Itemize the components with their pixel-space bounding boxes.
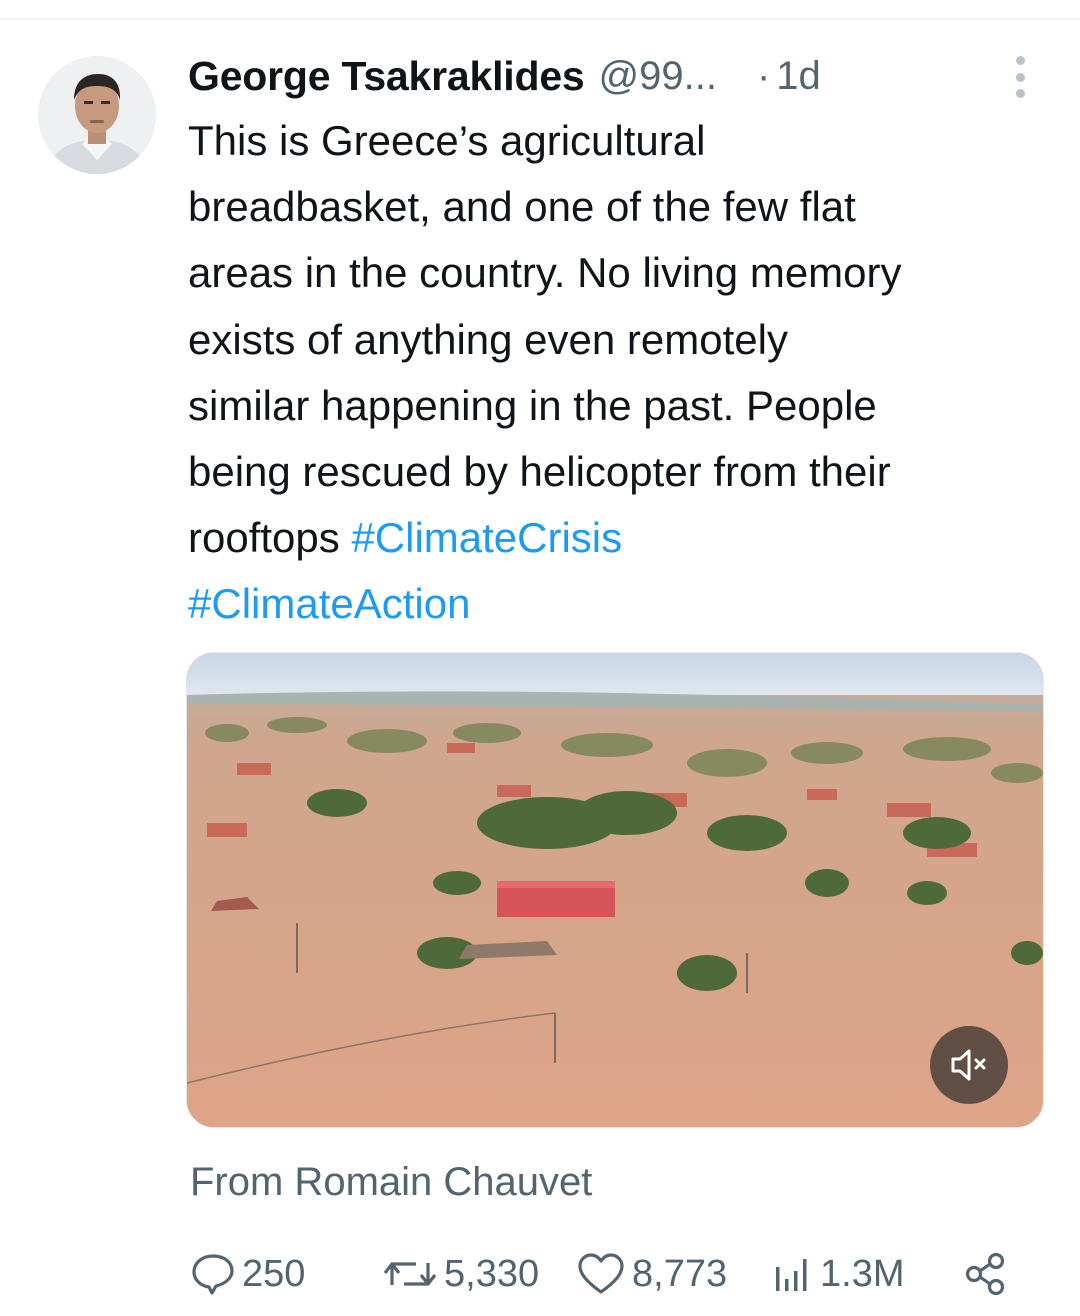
speaker-muted-glyph bbox=[951, 1049, 986, 1081]
timestamp[interactable]: 1d bbox=[776, 54, 821, 99]
views-button[interactable]: 1.3M bbox=[770, 1244, 904, 1304]
heart-icon bbox=[578, 1253, 624, 1294]
more-vertical-icon[interactable] bbox=[1008, 56, 1032, 98]
avatar[interactable] bbox=[38, 56, 156, 174]
tweet-text: This is Greece’s agricultural breadbaske… bbox=[188, 108, 1058, 638]
share-button[interactable] bbox=[962, 1244, 1008, 1304]
author-handle[interactable]: @99... bbox=[599, 54, 717, 99]
hashtag-climate-crisis[interactable]: #ClimateCrisis bbox=[351, 514, 622, 561]
action-bar: 250 5,330 8,773 1.3M bbox=[0, 1244, 1080, 1304]
video-player[interactable] bbox=[186, 652, 1044, 1128]
tweet-header: George Tsakraklides @99... · 1d bbox=[188, 50, 948, 102]
top-divider bbox=[0, 18, 1080, 20]
flooded-village-image bbox=[187, 653, 1043, 1127]
like-button[interactable]: 8,773 bbox=[576, 1244, 727, 1304]
views-bar-chart-icon bbox=[776, 1259, 807, 1291]
media-attribution: From Romain Chauvet bbox=[190, 1160, 593, 1204]
hashtag-climate-action[interactable]: #ClimateAction bbox=[188, 580, 470, 627]
repost-icon bbox=[383, 1262, 437, 1286]
tweet-text-line: This is Greece’s agricultural bbox=[188, 117, 706, 164]
reply-count: 250 bbox=[242, 1252, 306, 1295]
author-name[interactable]: George Tsakraklides bbox=[188, 53, 585, 100]
tweet-text-line: similar happening in the past. People bbox=[188, 381, 877, 429]
like-count: 8,773 bbox=[632, 1252, 728, 1295]
tweet-text-line: areas in the country. No living memory bbox=[188, 249, 902, 297]
share-icon bbox=[965, 1252, 1005, 1296]
views-count: 1.3M bbox=[820, 1252, 905, 1295]
speaker-muted-icon[interactable] bbox=[930, 1026, 1008, 1104]
avatar-portrait-icon bbox=[38, 56, 156, 174]
tweet-text-line: rooftops bbox=[188, 514, 352, 562]
reply-icon bbox=[192, 1254, 234, 1295]
tweet-text-line: being rescued by helicopter from their bbox=[188, 448, 891, 496]
separator-dot: · bbox=[756, 53, 771, 98]
repost-count: 5,330 bbox=[444, 1252, 540, 1295]
tweet-text-line-with-hashtag: rooftops #ClimateCrisis bbox=[188, 505, 1058, 571]
tweet-text-line: breadbasket, and one of the few flat bbox=[188, 183, 856, 231]
repost-button[interactable]: 5,330 bbox=[382, 1244, 539, 1304]
reply-button[interactable]: 250 bbox=[190, 1244, 305, 1304]
tweet-text-line: exists of anything even remotely bbox=[188, 315, 788, 363]
